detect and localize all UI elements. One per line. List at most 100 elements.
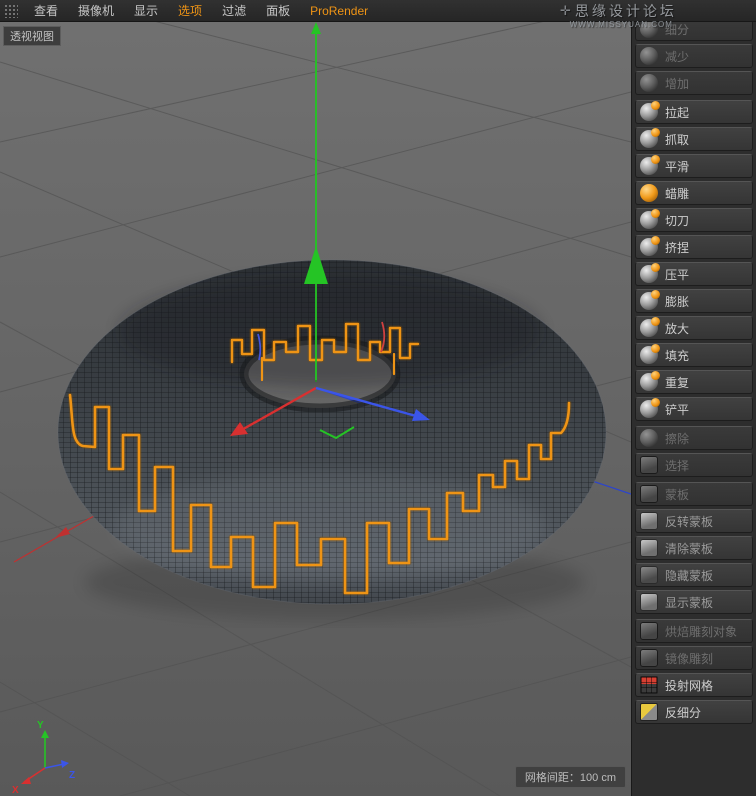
tool-label: 擦除 — [665, 431, 690, 446]
menu-filter[interactable]: 过滤 — [212, 0, 256, 22]
grab-icon — [640, 128, 660, 148]
group-sculpt-tools: 拉起 抓取 平滑 蜡雕 切刀 挤捏 压平 膨胀 放大 填充 重复 铲平 — [635, 100, 753, 421]
torus-mesh-object[interactable] — [57, 259, 607, 605]
tool-invert-mask: 反转蒙板 — [635, 509, 753, 533]
tool-flatten[interactable]: 压平 — [635, 262, 753, 286]
tool-smooth[interactable]: 平滑 — [635, 154, 753, 178]
tool-scrape[interactable]: 铲平 — [635, 397, 753, 421]
tool-label: 蜡雕 — [665, 186, 690, 201]
tool-wax[interactable]: 蜡雕 — [635, 181, 753, 205]
group-subdivision: 细分 减少 增加 — [635, 22, 753, 95]
tool-label: 蒙板 — [665, 487, 690, 502]
tool-label: 清除蒙板 — [665, 541, 714, 556]
knife-icon — [640, 209, 660, 229]
mirror-sculpt-icon — [640, 649, 658, 667]
subdivide-icon — [640, 22, 658, 38]
menu-camera[interactable]: 摄像机 — [68, 0, 124, 22]
menu-options[interactable]: 选项 — [168, 0, 212, 22]
tool-clear-mask: 清除蒙板 — [635, 536, 753, 560]
tool-label: 切刀 — [665, 213, 690, 228]
tool-label: 增加 — [665, 76, 690, 91]
bake-sculpt-icon — [640, 622, 658, 640]
tool-amplify[interactable]: 放大 — [635, 316, 753, 340]
tool-repeat[interactable]: 重复 — [635, 370, 753, 394]
flatten-icon — [640, 263, 660, 283]
pull-icon — [640, 101, 660, 121]
tool-label: 减少 — [665, 49, 690, 64]
tool-label: 重复 — [665, 375, 690, 390]
amplify-icon — [640, 317, 660, 337]
tool-mirror-sculpt: 镜像雕刻 — [635, 646, 753, 670]
menu-prorender[interactable]: ProRender — [300, 0, 378, 22]
pinch-icon — [640, 236, 660, 256]
clear-mask-icon — [640, 539, 658, 557]
scrape-icon — [640, 398, 660, 418]
mask-icon — [640, 485, 658, 503]
decrease-icon — [640, 47, 658, 65]
viewport-menu-bar: 查看 摄像机 显示 选项 过滤 面板 ProRender — [0, 0, 756, 22]
tool-label: 烘焙雕刻对象 — [665, 624, 738, 639]
select-icon — [640, 456, 658, 474]
tool-project-mesh[interactable]: 投射网格 — [635, 673, 753, 697]
tool-label: 膨胀 — [665, 294, 690, 309]
increase-icon — [640, 74, 658, 92]
tool-subdivide: 细分 — [635, 22, 753, 41]
tool-label: 填充 — [665, 348, 690, 363]
viewport-canvas[interactable]: Y X Z — [0, 22, 631, 796]
tool-pull[interactable]: 拉起 — [635, 100, 753, 124]
group-mask: 蒙板 反转蒙板 清除蒙板 隐藏蒙板 显示蒙板 — [635, 482, 753, 614]
tool-label: 选择 — [665, 458, 690, 473]
tool-unsubdivide[interactable]: 反细分 — [635, 700, 753, 724]
smooth-icon — [640, 155, 660, 175]
tool-inflate[interactable]: 膨胀 — [635, 289, 753, 313]
menu-display[interactable]: 显示 — [124, 0, 168, 22]
menu-grip-icon[interactable] — [4, 3, 18, 18]
tool-label: 铲平 — [665, 402, 690, 417]
erase-icon — [640, 429, 658, 447]
tool-select: 选择 — [635, 453, 753, 477]
tool-grab[interactable]: 抓取 — [635, 127, 753, 151]
hide-mask-icon — [640, 566, 658, 584]
view-label[interactable]: 透视视图 — [3, 26, 61, 46]
tool-mask: 蒙板 — [635, 482, 753, 506]
tool-erase: 擦除 — [635, 426, 753, 450]
tool-label: 镜像雕刻 — [665, 651, 714, 666]
tool-label: 平滑 — [665, 159, 690, 174]
invert-mask-icon — [640, 512, 658, 530]
tool-label: 拉起 — [665, 105, 690, 120]
sculpt-tool-panel: 细分 减少 增加 拉起 抓取 平滑 蜡雕 切刀 挤捏 压平 膨胀 放大 填充 重… — [631, 22, 756, 796]
show-mask-icon — [640, 593, 658, 611]
tool-label: 隐藏蒙板 — [665, 568, 714, 583]
axis-x-label: X — [12, 785, 19, 796]
axis-z-label: Z — [69, 770, 75, 781]
tool-label: 反细分 — [665, 705, 702, 720]
inflate-icon — [640, 290, 660, 310]
project-mesh-icon — [640, 676, 658, 694]
tool-label: 投射网格 — [665, 678, 714, 693]
tool-label: 反转蒙板 — [665, 514, 714, 529]
tool-label: 压平 — [665, 267, 690, 282]
tool-decrease: 减少 — [635, 44, 753, 68]
fill-icon — [640, 344, 660, 364]
tool-fill[interactable]: 填充 — [635, 343, 753, 367]
tool-bake-sculpt-object: 烘焙雕刻对象 — [635, 619, 753, 643]
repeat-icon — [640, 371, 660, 391]
tool-label: 细分 — [665, 22, 690, 37]
tool-knife[interactable]: 切刀 — [635, 208, 753, 232]
tool-increase: 增加 — [635, 71, 753, 95]
tool-pinch[interactable]: 挤捏 — [635, 235, 753, 259]
tool-label: 抓取 — [665, 132, 690, 147]
group-bake: 烘焙雕刻对象 镜像雕刻 投射网格 反细分 — [635, 619, 753, 724]
tool-label: 显示蒙板 — [665, 595, 714, 610]
perspective-viewport[interactable]: Y X Z 透视视图 网格间距：100 cm — [0, 22, 631, 796]
axis-y-label: Y — [37, 720, 44, 731]
tool-label: 挤捏 — [665, 240, 690, 255]
menu-panel[interactable]: 面板 — [256, 0, 300, 22]
grid-spacing-readout: 网格间距：100 cm — [514, 766, 626, 788]
tool-hide-mask: 隐藏蒙板 — [635, 563, 753, 587]
menu-view[interactable]: 查看 — [24, 0, 68, 22]
wax-icon — [640, 184, 658, 202]
group-erase-select: 擦除 选择 — [635, 426, 753, 477]
tool-label: 放大 — [665, 321, 690, 336]
unsubdivide-icon — [640, 703, 658, 721]
